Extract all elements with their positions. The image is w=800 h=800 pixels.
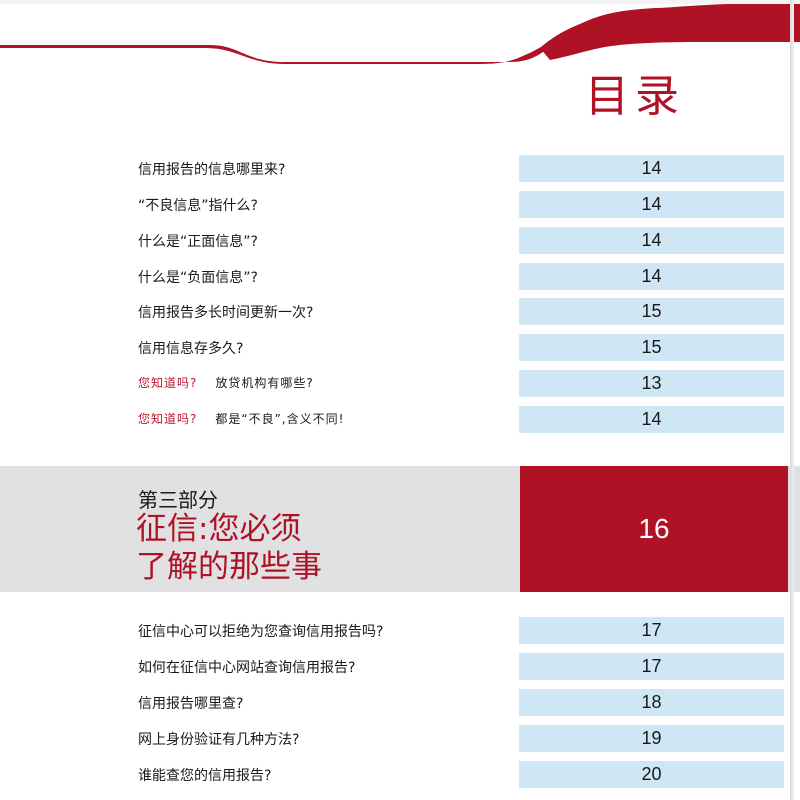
page-number: 17 <box>519 653 784 680</box>
toc-entry[interactable]: 信用信息存多久? 15 <box>0 334 800 361</box>
toc-entry[interactable]: 网上身份验证有几种方法? 19 <box>0 725 800 752</box>
toc-tip-entry[interactable]: 您知道吗? 放贷机构有哪些? 13 <box>0 370 800 397</box>
page-number: 14 <box>519 155 784 182</box>
entry-label: “不良信息”指什么? <box>138 198 258 214</box>
page-number: 17 <box>519 617 784 644</box>
toc-tip-entry[interactable]: 您知道吗? 都是“不良”,含义不同! 14 <box>0 406 800 433</box>
toc-entry[interactable]: 信用报告的信息哪里来? 14 <box>0 155 800 182</box>
toc-entry[interactable]: 如何在征信中心网站查询信用报告? 17 <box>0 653 800 680</box>
entry-label: 如何在征信中心网站查询信用报告? <box>138 660 356 676</box>
entry-label: 信用报告的信息哪里来? <box>138 162 286 178</box>
tip-tag: 您知道吗? <box>138 412 198 426</box>
tip-label: 您知道吗? 都是“不良”,含义不同! <box>138 410 344 427</box>
section-title[interactable]: 征信:您必须 了解的那些事 <box>136 510 506 586</box>
page-number: 18 <box>519 689 784 716</box>
entry-label: 信用报告哪里查? <box>138 696 244 712</box>
tip-tag: 您知道吗? <box>138 376 198 390</box>
page-number: 14 <box>519 227 784 254</box>
section-kicker: 第三部分 <box>138 488 218 512</box>
entry-label: 征信中心可以拒绝为您查询信用报告吗? <box>138 624 384 640</box>
entry-label: 什么是“正面信息”? <box>138 234 258 250</box>
page-number: 13 <box>519 370 784 397</box>
page-edge-shadow <box>790 0 794 800</box>
toc-entry[interactable]: 什么是“负面信息”? 14 <box>0 263 800 290</box>
tip-text: 都是“不良”,含义不同! <box>215 412 345 426</box>
page-number: 15 <box>519 298 784 325</box>
page-number: 14 <box>519 406 784 433</box>
page-number: 14 <box>519 263 784 290</box>
toc-entry[interactable]: 什么是“正面信息”? 14 <box>0 227 800 254</box>
entry-label: 信用信息存多久? <box>138 341 244 357</box>
toc-entry[interactable]: “不良信息”指什么? 14 <box>0 191 800 218</box>
entry-label: 信用报告多长时间更新一次? <box>138 305 314 321</box>
page-number: 15 <box>519 334 784 361</box>
entry-label: 网上身份验证有几种方法? <box>138 732 300 748</box>
page-number: 14 <box>519 191 784 218</box>
section-page-number: 16 <box>520 466 788 592</box>
tip-text: 放贷机构有哪些? <box>215 376 314 390</box>
toc-entry[interactable]: 信用报告多长时间更新一次? 15 <box>0 298 800 325</box>
toc-entry[interactable]: 谁能查您的信用报告? 20 <box>0 761 800 788</box>
section-title-line: 征信:您必须 <box>136 511 302 547</box>
section-title-line: 了解的那些事 <box>136 549 322 585</box>
tip-label: 您知道吗? 放贷机构有哪些? <box>138 374 314 391</box>
toc-entry[interactable]: 征信中心可以拒绝为您查询信用报告吗? 17 <box>0 617 800 644</box>
toc-entry[interactable]: 信用报告哪里查? 18 <box>0 689 800 716</box>
page-title: 目录 <box>585 71 685 122</box>
entry-label: 谁能查您的信用报告? <box>138 768 272 784</box>
entry-label: 什么是“负面信息”? <box>138 270 258 286</box>
page-number: 20 <box>519 761 784 788</box>
page-number: 19 <box>519 725 784 752</box>
